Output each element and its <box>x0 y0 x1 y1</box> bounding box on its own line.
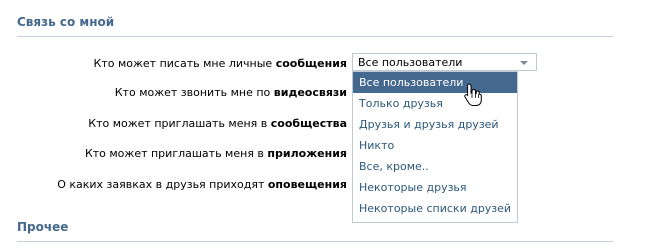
messages-privacy-select[interactable]: Все пользователи <box>352 53 537 71</box>
setting-label-text: Кто может звонить мне по <box>114 86 274 99</box>
section-title-other: Прочее <box>17 220 69 234</box>
section-divider <box>17 241 613 242</box>
hand-cursor-icon <box>463 83 483 110</box>
option-friends-of-friends[interactable]: Друзья и друзья друзей <box>353 114 517 135</box>
dropdown-arrow-icon[interactable] <box>520 61 528 65</box>
option-nobody[interactable]: Никто <box>353 135 517 156</box>
select-current-value: Все пользователи <box>358 56 463 69</box>
setting-label-communities: Кто может приглашать меня в сообщества <box>88 117 347 130</box>
option-some-friend-lists[interactable]: Некоторые списки друзей <box>353 198 517 219</box>
privacy-settings-panel: Связь со мной Кто может писать мне личны… <box>0 0 659 249</box>
setting-label-text: Кто может писать мне личные <box>93 57 276 70</box>
setting-label-keyword: приложения <box>267 147 347 160</box>
setting-label-friend-notifications: О каких заявках в друзья приходят оповещ… <box>57 178 347 191</box>
section-title-contact: Связь со мной <box>17 15 115 29</box>
option-some-friends[interactable]: Некоторые друзья <box>353 177 517 198</box>
setting-label-apps: Кто может приглашать меня в приложения <box>85 147 347 160</box>
setting-label-keyword: оповещения <box>267 178 347 191</box>
setting-label-keyword: сообщения <box>275 57 347 70</box>
setting-label-keyword: сообщества <box>270 117 347 130</box>
section-divider <box>17 36 613 37</box>
setting-label-text: Кто может приглашать меня в <box>88 117 271 130</box>
setting-label-text: Кто может приглашать меня в <box>84 147 268 160</box>
setting-label-video-calls: Кто может звонить мне по видеосвязи <box>115 86 347 99</box>
setting-label-text: О каких заявках в друзья приходят <box>57 178 268 191</box>
privacy-options-dropdown: Все пользователи Только друзья Друзья и … <box>352 71 518 223</box>
option-all-except[interactable]: Все, кроме.. <box>353 156 517 177</box>
setting-label-messages: Кто может писать мне личные сообщения <box>94 57 347 70</box>
option-only-friends[interactable]: Только друзья <box>353 93 517 114</box>
option-all-users[interactable]: Все пользователи <box>353 72 517 93</box>
setting-label-keyword: видеосвязи <box>273 86 347 99</box>
